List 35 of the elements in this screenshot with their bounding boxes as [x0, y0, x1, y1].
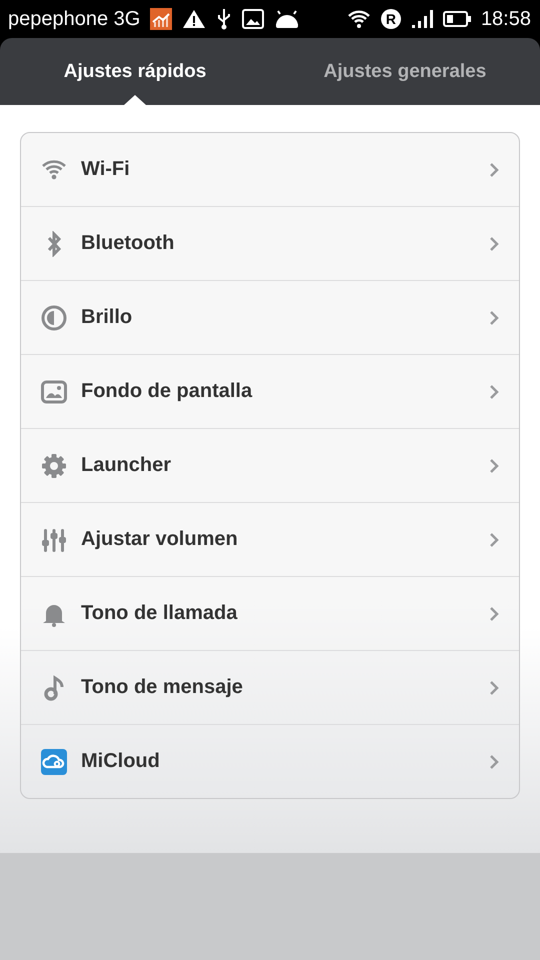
settings-row[interactable]: Tono de mensaje [21, 650, 519, 724]
chart-icon [150, 8, 172, 30]
chevron-icon [489, 384, 499, 400]
image-icon [242, 9, 264, 29]
chevron-icon [489, 680, 499, 696]
chevron-icon [489, 310, 499, 326]
settings-row[interactable]: Wi-Fi [21, 133, 519, 206]
robot-icon [274, 9, 300, 29]
settings-row[interactable]: Launcher [21, 428, 519, 502]
gear-icon [41, 452, 67, 478]
settings-row[interactable]: Fondo de pantalla [21, 354, 519, 428]
warning-icon [182, 9, 206, 29]
cloud-icon [41, 748, 67, 774]
wifi-icon [346, 9, 371, 29]
settings-row[interactable]: MiCloud [21, 724, 519, 798]
settings-row[interactable]: Brillo [21, 280, 519, 354]
chevron-icon [489, 606, 499, 622]
contrast-icon [41, 304, 67, 330]
sliders-icon [41, 526, 67, 552]
tab[interactable]: Ajustes generales [270, 38, 540, 105]
usb-icon [216, 8, 232, 30]
settings-row[interactable]: Tono de llamada [21, 576, 519, 650]
settings-row[interactable]: Ajustar volumen [21, 502, 519, 576]
battery-icon [442, 11, 471, 27]
settings-row[interactable]: Bluetooth [21, 206, 519, 280]
image-icon [41, 378, 67, 404]
signal-icon [410, 9, 433, 29]
chevron-icon [489, 754, 499, 770]
chevron-icon [489, 236, 499, 252]
carrier-name: pepephone 3G [8, 8, 140, 30]
clock: 18:58 [480, 8, 531, 30]
roaming-badge: R [380, 9, 401, 29]
chevron-icon [489, 458, 499, 474]
chevron-icon [489, 162, 499, 178]
chevron-icon [489, 532, 499, 548]
